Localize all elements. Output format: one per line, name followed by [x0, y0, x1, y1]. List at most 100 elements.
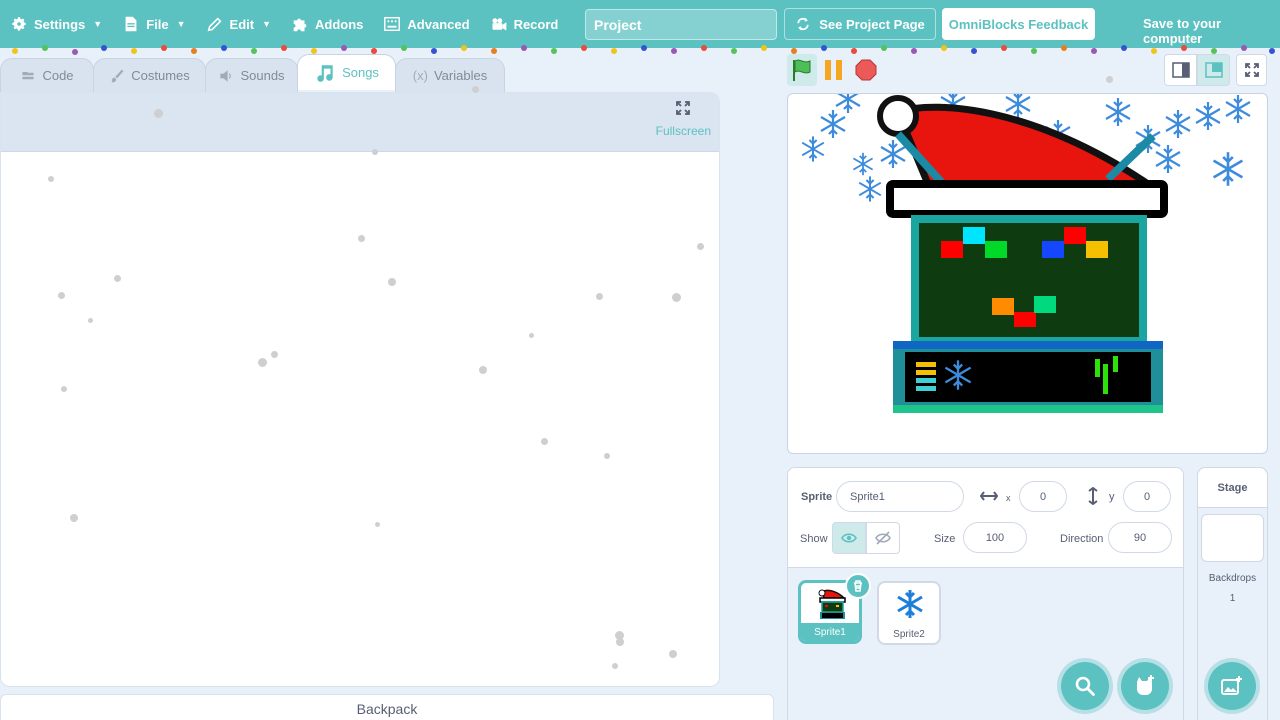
green-flag-icon [793, 59, 811, 81]
songs-canvas[interactable] [1, 153, 719, 686]
fullscreen-button[interactable]: Fullscreen [656, 101, 711, 138]
advanced-menu[interactable]: Advanced [373, 0, 479, 48]
direction-label: Direction [1060, 533, 1104, 545]
large-stage-button[interactable] [1197, 54, 1230, 86]
snowflake-particle [1106, 76, 1113, 83]
sprite-label: Sprite [801, 491, 833, 503]
choose-sprite-button[interactable] [1121, 662, 1169, 710]
horizontal-arrows-icon [980, 491, 998, 501]
y-position-input[interactable] [1123, 481, 1171, 512]
snowflake-particle [672, 293, 681, 302]
pencil-icon [207, 17, 222, 32]
stage-title-text: Stage [1217, 481, 1248, 494]
chevron-down-icon: ▼ [176, 19, 186, 29]
gear-icon [12, 17, 26, 31]
sprite-tile-sprite2[interactable]: Sprite2 [877, 581, 941, 645]
see-project-label: See Project Page [819, 16, 925, 32]
addons-menu[interactable]: Addons [281, 0, 373, 48]
backdrops-count: 1 [1229, 593, 1236, 604]
tab-costumes-label: Costumes [131, 68, 190, 83]
sprite2-name: Sprite2 [893, 628, 925, 640]
direction-input[interactable] [1108, 522, 1172, 553]
fullscreen-label: Fullscreen [655, 124, 711, 138]
green-flag-button[interactable] [787, 54, 817, 86]
stage-size-toggle [1164, 54, 1230, 86]
feedback-label: OmniBlocks Feedback [948, 16, 1089, 32]
snowflake-particle [541, 438, 548, 445]
feedback-button[interactable]: OmniBlocks Feedback [942, 8, 1095, 40]
snowflake-particle [472, 86, 479, 93]
search-sprite-button[interactable] [1061, 662, 1109, 710]
sprite-name-input[interactable] [836, 481, 964, 512]
cat-plus-icon [1137, 675, 1154, 695]
eye-slash-icon [875, 531, 891, 545]
size-label: Size [934, 533, 956, 545]
sprite-tile-label: Sprite1 [801, 623, 859, 641]
backpack-panel[interactable]: Backpack [0, 694, 774, 720]
sprite-tile-label: Sprite2 [879, 625, 939, 643]
record-menu[interactable]: Record [480, 0, 569, 48]
puzzle-icon [293, 18, 307, 32]
snowflake-particle [669, 650, 677, 658]
snowflake-particle [70, 514, 78, 522]
settings-menu[interactable]: Settings ▼ [0, 0, 112, 48]
save-to-computer-button[interactable]: Save to your computer [1143, 16, 1280, 46]
choose-backdrop-button[interactable] [1208, 662, 1256, 710]
snowflake-particle [154, 109, 163, 118]
sprite1-name: Sprite1 [814, 626, 846, 638]
tab-code[interactable]: Code [0, 58, 94, 92]
see-project-page-button[interactable]: See Project Page [784, 8, 936, 40]
brush-icon [111, 69, 124, 82]
snowflake-particle [616, 638, 624, 646]
snowflake-particle [61, 386, 67, 392]
songs-editor: Fullscreen [0, 92, 720, 687]
snowflake-particle [271, 351, 278, 358]
snowflake-icon [897, 590, 923, 618]
advanced-label: Advanced [407, 16, 470, 32]
save-to-computer-label: Save to your computer [1143, 16, 1222, 46]
pause-button[interactable] [822, 56, 846, 84]
show-sprite-button[interactable] [832, 522, 866, 554]
tab-variables[interactable]: (x) Variables [395, 58, 505, 92]
sprite-info-panel: Sprite x y Show Size Direction [788, 468, 1183, 568]
file-label: File [146, 16, 169, 32]
chevron-down-icon: ▼ [93, 19, 103, 29]
snowflake-particle [375, 522, 380, 527]
snowflake-particle [529, 333, 534, 338]
snowflake-particle [358, 235, 365, 242]
snowflake-particle [596, 293, 603, 300]
backdrops-label: Backdrops [1208, 573, 1257, 584]
tab-sounds[interactable]: Sounds [205, 58, 298, 92]
image-plus-icon [1221, 676, 1242, 695]
speaker-icon [220, 69, 232, 82]
backpack-label: Backpack [356, 701, 418, 717]
eye-icon [841, 533, 857, 543]
file-menu[interactable]: File ▼ [112, 0, 195, 48]
stage-thumbnail[interactable] [1201, 514, 1264, 562]
x-position-input[interactable] [1019, 481, 1067, 512]
settings-label: Settings [34, 16, 86, 32]
stage-fullscreen-button[interactable] [1236, 54, 1267, 86]
stage-canvas[interactable] [787, 93, 1268, 454]
editor-tabs: Code Costumes Sounds Songs (x) Variables [0, 54, 505, 92]
music-note-icon [317, 64, 333, 82]
stop-icon [855, 59, 877, 81]
tab-code-label: Code [42, 68, 74, 83]
editor-header: Fullscreen [1, 93, 719, 152]
stop-button[interactable] [854, 58, 878, 82]
pause-icon [825, 60, 842, 80]
hide-sprite-button[interactable] [866, 522, 900, 554]
small-stage-button[interactable] [1164, 54, 1197, 86]
size-input[interactable] [963, 522, 1027, 553]
tab-songs[interactable]: Songs [297, 54, 396, 90]
tab-costumes[interactable]: Costumes [93, 58, 206, 92]
snowflake-particle [697, 243, 704, 250]
remix-icon [797, 17, 809, 31]
delete-sprite-button[interactable] [845, 573, 871, 599]
snowflake-particle [114, 275, 121, 282]
expand-icon [676, 101, 691, 115]
tab-songs-label: Songs [342, 65, 379, 80]
edit-menu[interactable]: Edit ▼ [196, 0, 281, 48]
project-title-input[interactable] [585, 9, 777, 40]
snowflake-particle [388, 278, 396, 286]
